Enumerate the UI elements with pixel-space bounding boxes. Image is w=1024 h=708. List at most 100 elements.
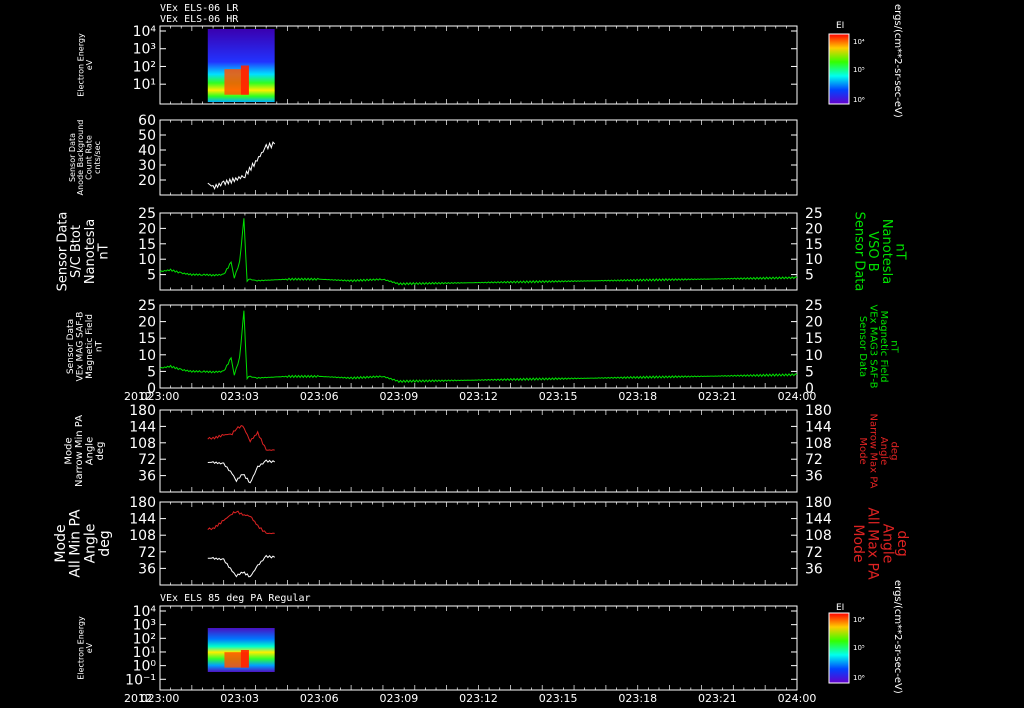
y-tick-label: 50 — [138, 128, 156, 144]
y-tick-label-right: 25 — [805, 298, 823, 314]
y-tick-label: 180 — [129, 403, 156, 419]
x-year-label: 2012 — [124, 692, 152, 705]
y-tick-label: 144 — [129, 419, 156, 435]
right-axis-label: deg — [889, 442, 900, 461]
y-tick-label: 40 — [138, 143, 156, 159]
x-tick-label: 023:03 — [220, 390, 259, 403]
y-tick-label: 20 — [138, 315, 156, 331]
y-tick-label: 180 — [129, 495, 156, 511]
panel7-title: VEx ELS 85 deg PA Regular — [160, 593, 311, 604]
colorbar-tick-top-1: 10⁴ — [853, 38, 865, 46]
y-tick-label: 144 — [129, 512, 156, 528]
vex-els-stack-plot: VEx ELS-06 LR VEx ELS-06 HR VEx ELS 85 d… — [0, 0, 1024, 708]
y-tick-label-right: 180 — [805, 403, 832, 419]
y-tick-label-right: 72 — [805, 452, 823, 468]
colorbar-gradient-top — [828, 33, 850, 105]
y-tick-label-right: 5 — [805, 268, 814, 284]
right-axis-label: nT — [892, 243, 907, 259]
y-axis-label: Mode — [64, 437, 75, 464]
right-axis-label: VSO B — [865, 231, 880, 271]
right-axis-label: VEx MAG3 SAF-B — [868, 304, 879, 388]
y-tick-label: 25 — [138, 206, 156, 222]
y-tick-label: 10 — [138, 348, 156, 364]
right-axis-label: Mode — [850, 524, 866, 562]
colorbar-unit-bottom: ergs/(cm**2-sr-sec-eV) — [892, 580, 903, 694]
y-tick-label: 20 — [138, 221, 156, 237]
y-tick-label-right: 15 — [805, 331, 823, 347]
right-axis-label: Mode — [857, 437, 868, 464]
x-tick-label: 023:12 — [459, 390, 498, 403]
y-axis-label: All Min PA — [68, 509, 84, 578]
x-tick-label: 023:06 — [300, 390, 339, 403]
y-tick-label: 10³ — [133, 42, 156, 58]
y-tick-label-right: 25 — [805, 206, 823, 222]
y-tick-label: 10⁴ — [133, 24, 157, 40]
y-tick-label-right: 108 — [805, 528, 832, 544]
x-tick-label: 023:09 — [380, 692, 419, 705]
x-tick-label: 024:00 — [778, 390, 817, 403]
y-tick-label-right: 72 — [805, 545, 823, 561]
x-tick-label: 023:06 — [300, 692, 339, 705]
y-tick-label: 108 — [129, 436, 156, 452]
y-tick-label: 10¹ — [133, 77, 156, 93]
right-axis-label: All Max PA — [865, 507, 881, 580]
y-axis-label: Mode — [53, 524, 69, 562]
y-tick-label: 5 — [147, 364, 156, 380]
y-axis-label: Angle — [85, 437, 96, 465]
x-tick-label: 024:00 — [778, 692, 817, 705]
y-tick-label: 15 — [138, 331, 156, 347]
y-tick-label: 30 — [138, 158, 156, 174]
right-axis-label: Angle — [879, 524, 895, 564]
colorbar-tick-top-2: 10⁵ — [853, 66, 865, 74]
x-tick-label: 023:15 — [539, 692, 578, 705]
y-tick-label: 10 — [138, 252, 156, 268]
y-tick-label: 36 — [138, 469, 156, 485]
panel1-title-line1: VEx ELS-06 LR — [160, 3, 239, 14]
x-tick-label: 023:12 — [459, 692, 498, 705]
colorbar-tick-top-3: 10⁶ — [853, 96, 865, 104]
colorbar-title-bottom: EI — [836, 603, 844, 613]
panel1-title-line2: VEx ELS-06 HR — [160, 14, 239, 25]
y-axis-label: nT — [95, 340, 105, 352]
spectrogram-burst — [240, 65, 249, 95]
y-tick-label: 15 — [138, 237, 156, 253]
y-tick-label-right: 5 — [805, 364, 814, 380]
y-tick-label-right: 10 — [805, 252, 823, 268]
y-axis-label: deg — [97, 530, 113, 556]
y-tick-label: 10⁻¹ — [125, 672, 156, 688]
right-axis-label: deg — [894, 530, 910, 556]
y-tick-label: 108 — [129, 528, 156, 544]
right-axis-label: Nanotesla — [879, 219, 894, 284]
y-tick-label-right: 36 — [805, 469, 823, 485]
right-axis-label: Narrow Max PA — [868, 414, 879, 489]
x-tick-label: 023:09 — [380, 390, 419, 403]
right-axis-label: Sensor Data — [852, 212, 867, 292]
x-tick-label: 023:15 — [539, 390, 578, 403]
x-tick-label: 023:18 — [618, 692, 657, 705]
colorbar-tick-bottom-1: 10⁴ — [853, 616, 865, 624]
y-tick-label: 72 — [138, 545, 156, 561]
y-tick-label-right: 36 — [805, 561, 823, 577]
y-tick-label: 25 — [138, 298, 156, 314]
y-axis-label: Narrow Min PA — [74, 415, 85, 487]
right-axis-label: Sensor Data — [857, 316, 868, 377]
y-tick-label-right: 144 — [805, 419, 832, 435]
colorbar-tick-bottom-2: 10⁵ — [853, 644, 865, 652]
y-tick-label-right: 20 — [805, 221, 823, 237]
y-tick-label-right: 144 — [805, 512, 832, 528]
x-tick-label: 023:21 — [698, 692, 737, 705]
y-tick-label: 60 — [138, 113, 156, 129]
y-tick-label: 5 — [147, 268, 156, 284]
y-axis-label: nT — [97, 243, 112, 259]
y-tick-label-right: 10 — [805, 348, 823, 364]
spectrogram-burst — [240, 650, 249, 668]
right-axis-label: Magnetic Field — [878, 310, 889, 382]
y-tick-label: 10² — [133, 59, 156, 75]
x-tick-label: 023:03 — [220, 692, 259, 705]
y-axis-label: deg — [95, 442, 106, 461]
y-axis-label: cnts/sec — [93, 141, 102, 174]
y-tick-label: 36 — [138, 561, 156, 577]
right-axis-label: Angle — [878, 437, 889, 465]
y-axis-label: eV — [85, 642, 94, 653]
colorbar-tick-bottom-3: 10⁶ — [853, 674, 865, 682]
